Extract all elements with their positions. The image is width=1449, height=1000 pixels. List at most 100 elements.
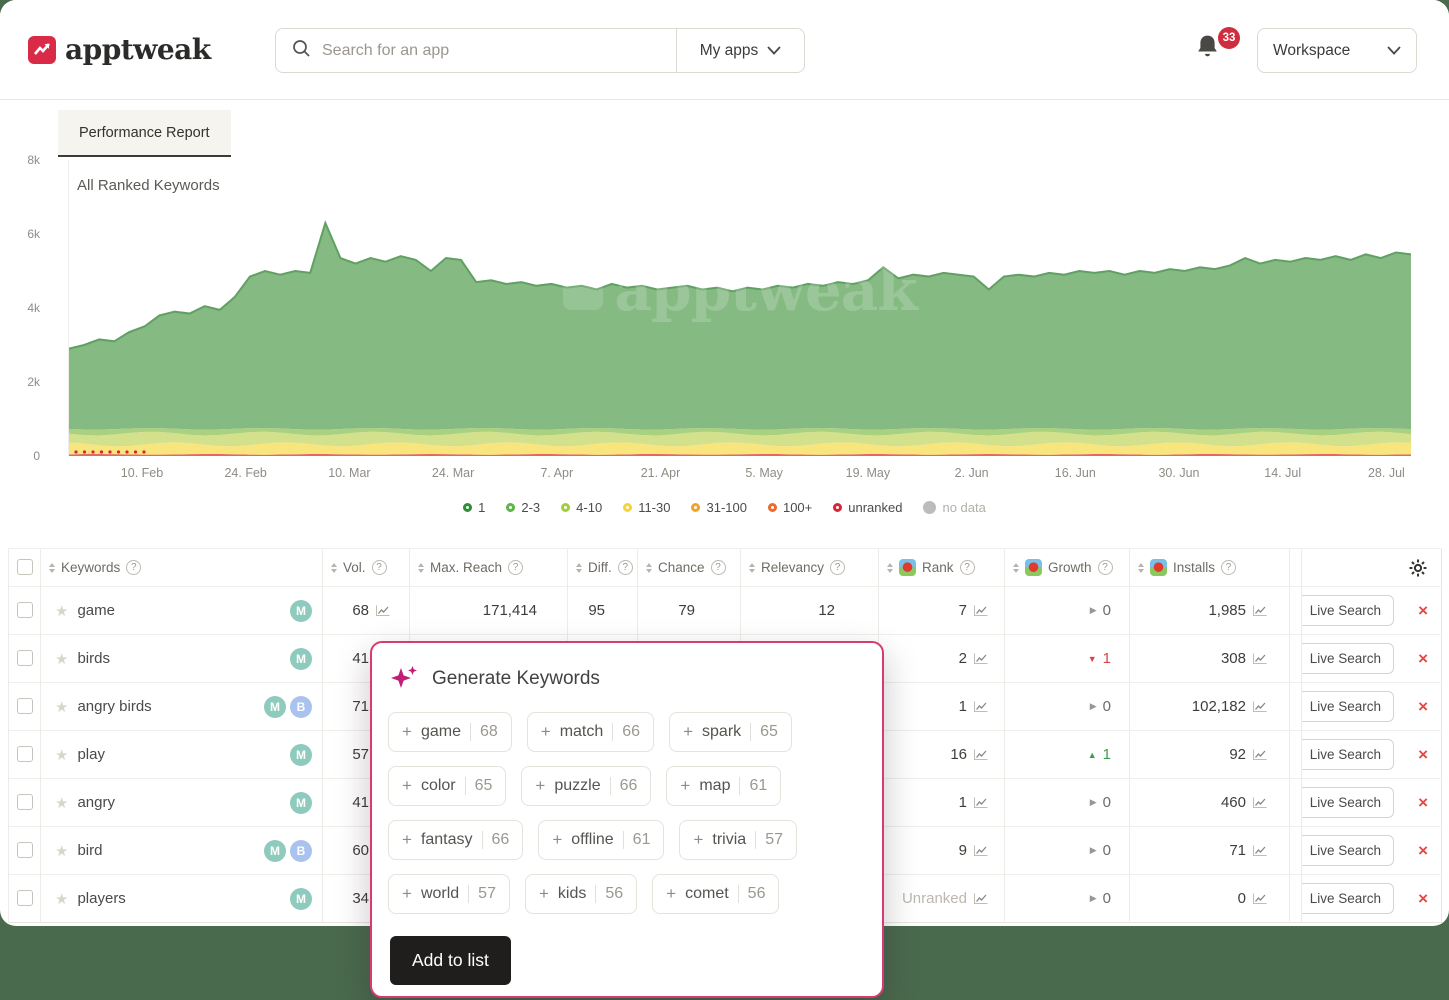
table-settings[interactable] [1302, 559, 1441, 577]
sort-icon[interactable] [887, 563, 893, 573]
my-apps-dropdown[interactable]: My apps [676, 29, 804, 72]
sort-icon[interactable] [749, 563, 755, 573]
live-search-button[interactable]: Live Search [1302, 835, 1395, 866]
star-icon[interactable]: ★ [55, 698, 68, 716]
history-chart-icon[interactable] [1252, 845, 1267, 857]
keyword-chip[interactable]: + kids 56 [525, 874, 637, 914]
legend-item-no-data[interactable]: no data [923, 500, 985, 515]
header-keywords[interactable]: Keywords? [41, 560, 322, 575]
search-input[interactable] [322, 42, 660, 60]
keyword-chip[interactable]: + match 66 [527, 712, 654, 752]
help-icon[interactable]: ? [830, 560, 845, 575]
history-chart-icon[interactable] [973, 797, 988, 809]
history-chart-icon[interactable] [1252, 701, 1267, 713]
header-installs[interactable]: Installs? [1130, 559, 1289, 576]
history-chart-icon[interactable] [1252, 797, 1267, 809]
live-search-button[interactable]: Live Search [1302, 739, 1395, 770]
remove-icon[interactable]: × [1418, 890, 1428, 907]
sort-icon[interactable] [576, 563, 582, 573]
sort-icon[interactable] [49, 563, 55, 573]
row-checkbox[interactable] [17, 698, 33, 714]
header-chance[interactable]: Chance? [638, 560, 740, 575]
row-checkbox[interactable] [17, 602, 33, 618]
star-icon[interactable]: ★ [55, 794, 68, 812]
sort-icon[interactable] [1138, 563, 1144, 573]
header-diff[interactable]: Diff.? [568, 560, 637, 575]
star-icon[interactable]: ★ [55, 602, 68, 620]
header-vol[interactable]: Vol.? [323, 560, 409, 575]
row-checkbox[interactable] [17, 890, 33, 906]
keyword-chip[interactable]: + world 57 [388, 874, 510, 914]
remove-icon[interactable]: × [1418, 698, 1428, 715]
keyword-chip[interactable]: + puzzle 66 [521, 766, 651, 806]
history-chart-icon[interactable] [1252, 605, 1267, 617]
help-icon[interactable]: ? [508, 560, 523, 575]
header-relevancy[interactable]: Relevancy? [741, 560, 878, 575]
select-all-checkbox[interactable] [17, 559, 33, 575]
help-icon[interactable]: ? [126, 560, 141, 575]
keyword-chip[interactable]: + fantasy 66 [388, 820, 523, 860]
workspace-dropdown[interactable]: Workspace [1257, 28, 1417, 73]
star-icon[interactable]: ★ [55, 650, 68, 668]
legend-item-1[interactable]: 1 [463, 500, 485, 515]
history-chart-icon[interactable] [973, 749, 988, 761]
live-search-button[interactable]: Live Search [1302, 787, 1395, 818]
chart-plot-area[interactable]: All Ranked Keywords apptweak [68, 160, 1410, 456]
history-chart-icon[interactable] [1252, 653, 1267, 665]
remove-icon[interactable]: × [1418, 602, 1428, 619]
help-icon[interactable]: ? [960, 560, 975, 575]
star-icon[interactable]: ★ [55, 842, 68, 860]
row-checkbox[interactable] [17, 650, 33, 666]
keyword-chip[interactable]: + map 61 [666, 766, 781, 806]
help-icon[interactable]: ? [711, 560, 726, 575]
remove-icon[interactable]: × [1418, 650, 1428, 667]
apptweak-logo[interactable]: apptweak [28, 33, 211, 66]
keyword-chip[interactable]: + trivia 57 [679, 820, 797, 860]
star-icon[interactable]: ★ [55, 746, 68, 764]
legend-item-4-10[interactable]: 4-10 [561, 500, 602, 515]
keyword-chip[interactable]: + color 65 [388, 766, 506, 806]
keyword-chip[interactable]: + game 68 [388, 712, 512, 752]
legend-item-2-3[interactable]: 2-3 [506, 500, 540, 515]
row-checkbox[interactable] [17, 746, 33, 762]
header-max-reach[interactable]: Max. Reach? [410, 560, 567, 575]
live-search-button[interactable]: Live Search [1302, 595, 1395, 626]
header-growth[interactable]: Growth? [1005, 559, 1129, 576]
legend-item-31-100[interactable]: 31-100 [691, 500, 746, 515]
history-chart-icon[interactable] [1252, 893, 1267, 905]
remove-icon[interactable]: × [1418, 842, 1428, 859]
notifications-bell[interactable]: 33 [1194, 33, 1234, 69]
history-chart-icon[interactable] [375, 605, 390, 617]
add-to-list-button[interactable]: Add to list [390, 936, 511, 985]
sort-icon[interactable] [331, 563, 337, 573]
help-icon[interactable]: ? [618, 560, 633, 575]
keyword-chip[interactable]: + comet 56 [652, 874, 779, 914]
help-icon[interactable]: ? [1221, 560, 1236, 575]
legend-item-unranked[interactable]: unranked [833, 500, 902, 515]
sort-icon[interactable] [418, 563, 424, 573]
header-rank[interactable]: Rank? [879, 559, 1004, 576]
sort-icon[interactable] [646, 563, 652, 573]
help-icon[interactable]: ? [372, 560, 387, 575]
history-chart-icon[interactable] [973, 605, 988, 617]
legend-item-11-30[interactable]: 11-30 [623, 500, 670, 515]
history-chart-icon[interactable] [973, 653, 988, 665]
app-search[interactable] [276, 29, 676, 72]
history-chart-icon[interactable] [973, 893, 988, 905]
history-chart-icon[interactable] [973, 845, 988, 857]
row-checkbox[interactable] [17, 842, 33, 858]
tab-performance-report[interactable]: Performance Report [58, 110, 231, 157]
help-icon[interactable]: ? [1098, 560, 1113, 575]
keyword-chip[interactable]: + spark 65 [669, 712, 792, 752]
live-search-button[interactable]: Live Search [1302, 643, 1395, 674]
row-checkbox[interactable] [17, 794, 33, 810]
legend-item-100+[interactable]: 100+ [768, 500, 812, 515]
keyword-chip[interactable]: + offline 61 [538, 820, 664, 860]
remove-icon[interactable]: × [1418, 746, 1428, 763]
sort-icon[interactable] [1013, 563, 1019, 573]
live-search-button[interactable]: Live Search [1302, 883, 1395, 914]
remove-icon[interactable]: × [1418, 794, 1428, 811]
live-search-button[interactable]: Live Search [1302, 691, 1395, 722]
history-chart-icon[interactable] [973, 701, 988, 713]
history-chart-icon[interactable] [1252, 749, 1267, 761]
